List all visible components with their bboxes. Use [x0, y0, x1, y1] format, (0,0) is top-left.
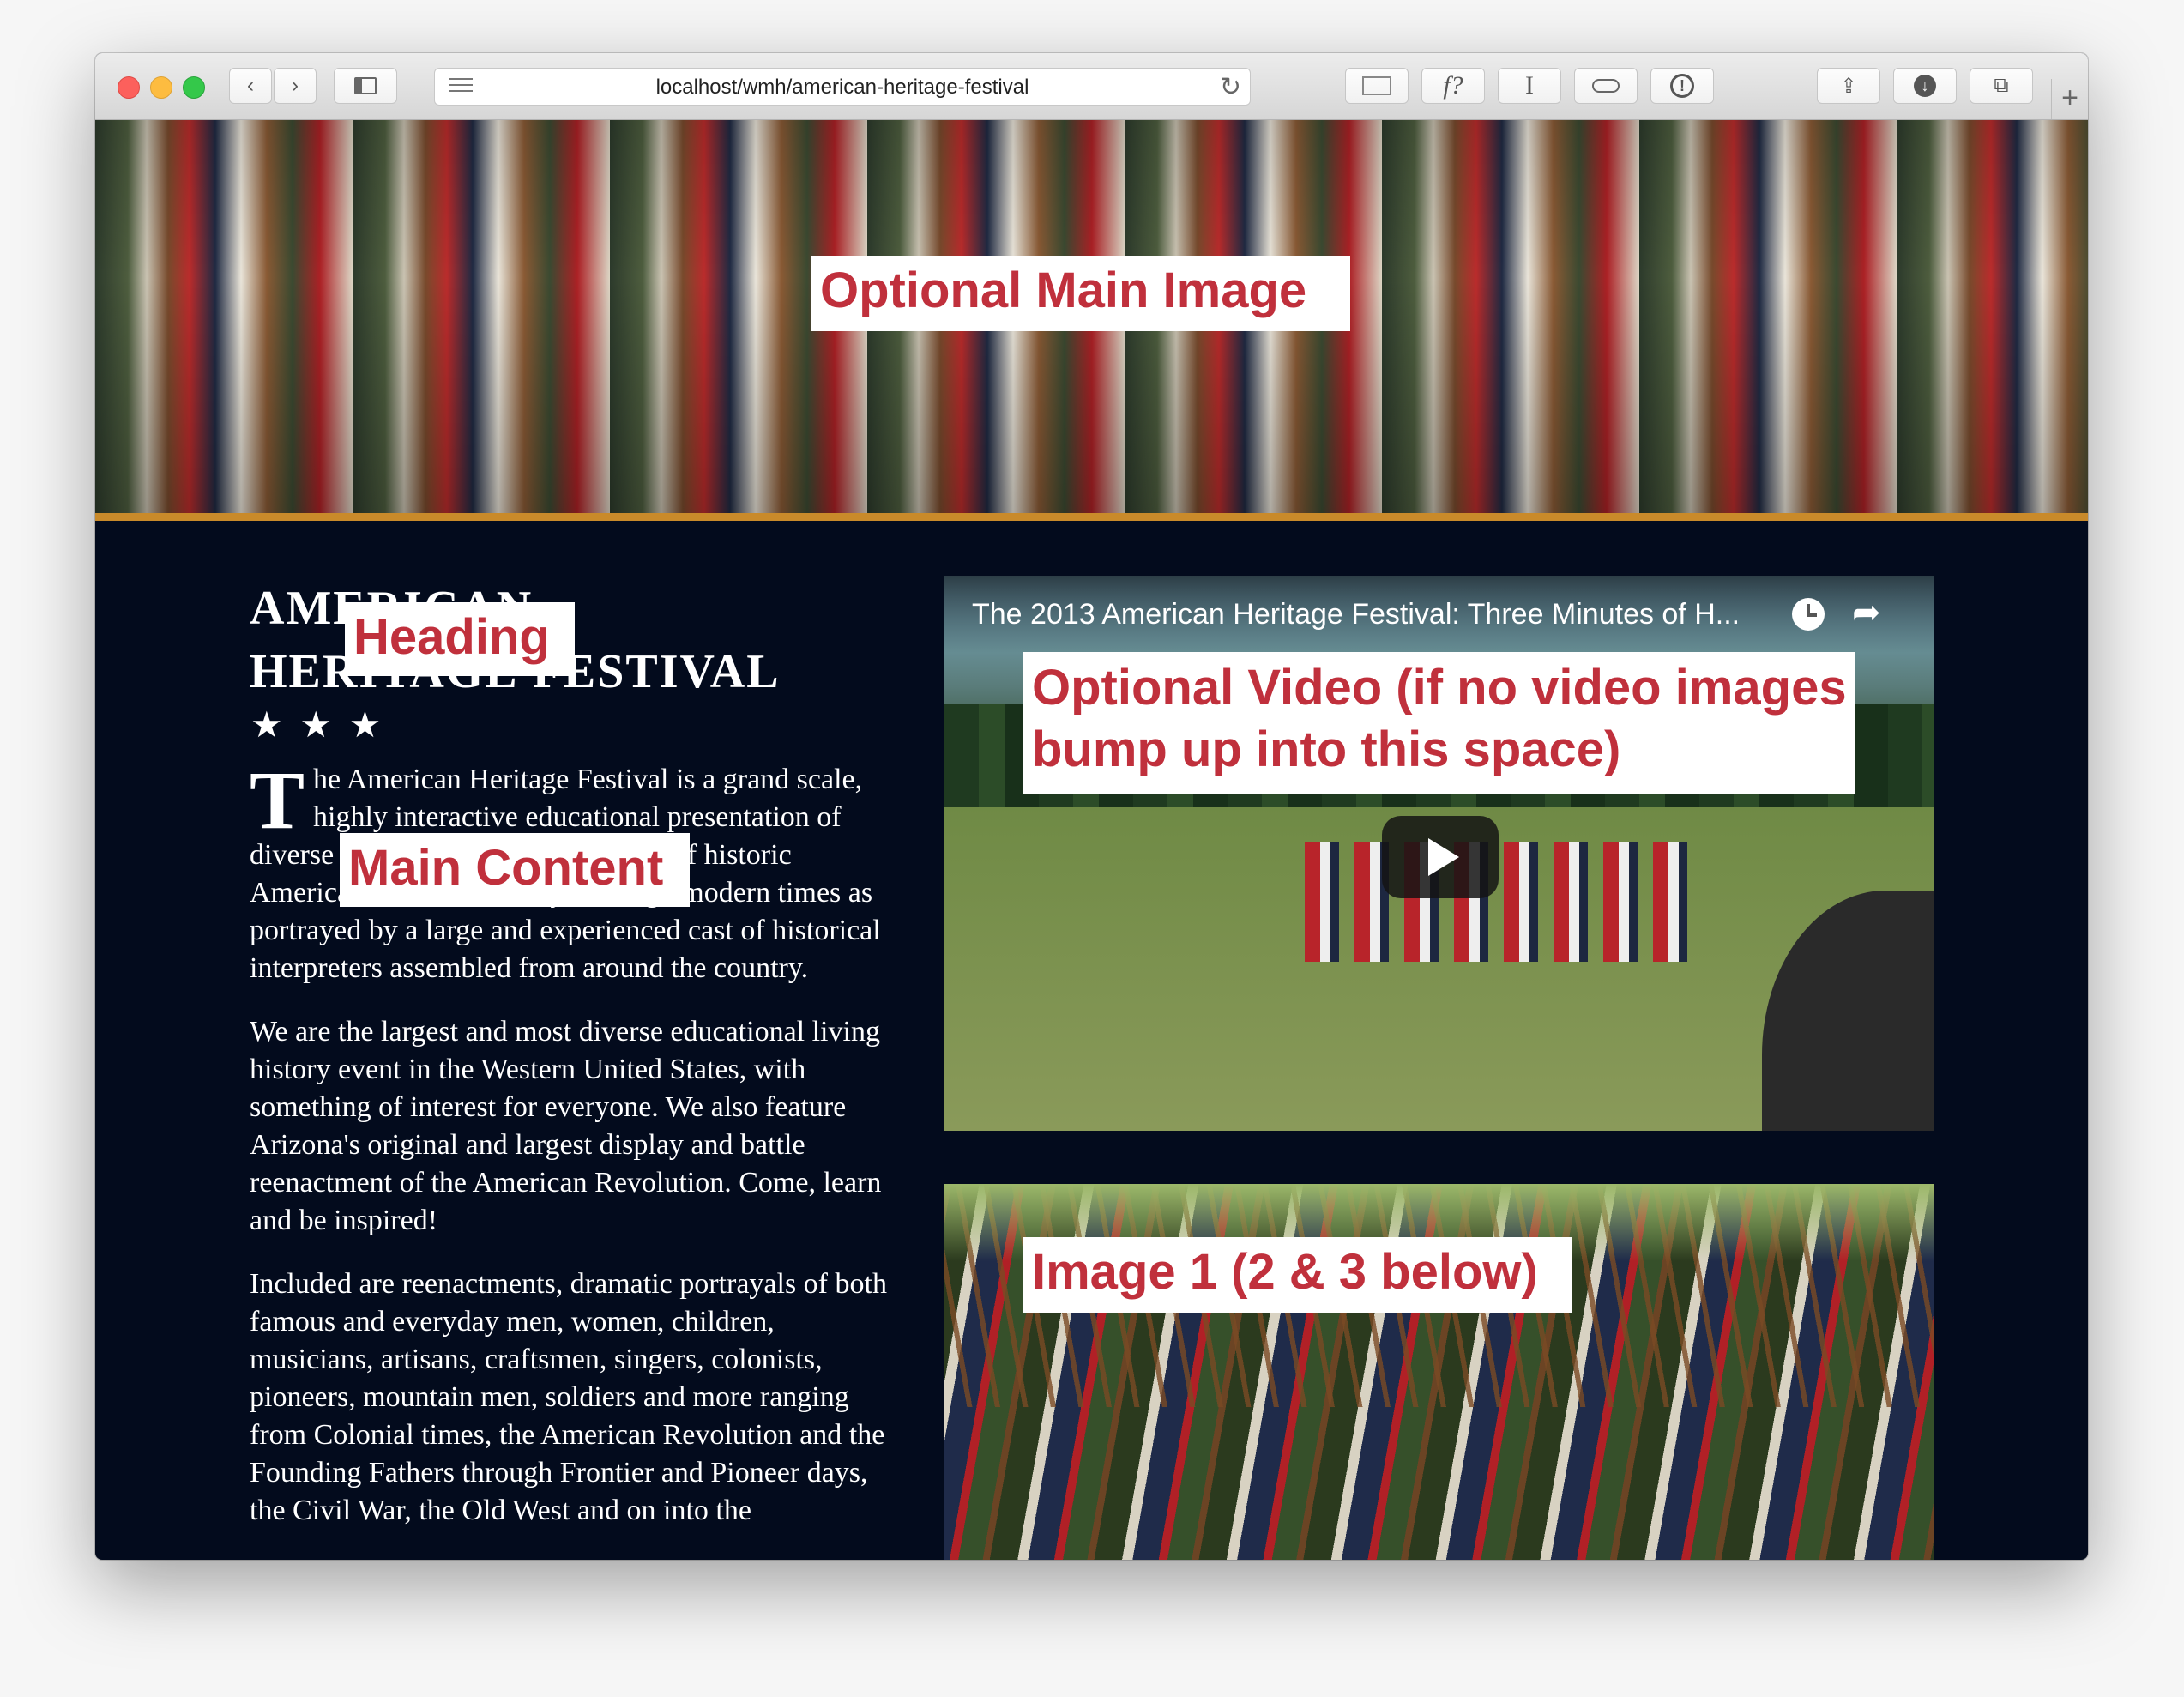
browser-window: ‹ › localhost/wmh/american-heritage-fest…	[95, 53, 2088, 1560]
paragraph-2: We are the largest and most diverse educ…	[250, 1016, 882, 1236]
paragraph-3: Included are reenactments, dramatic port…	[250, 1268, 887, 1526]
share-icon: ⇪	[1839, 74, 1858, 98]
forward-button[interactable]: ›	[274, 68, 317, 104]
hero-callout: Optional Main Image	[811, 256, 1350, 331]
hero-divider	[95, 513, 2088, 521]
back-button[interactable]: ‹	[229, 68, 272, 104]
tabs-icon: ⧉	[1994, 74, 2009, 97]
extension-button-5[interactable]: !	[1650, 68, 1714, 104]
zoom-window-button[interactable]	[183, 76, 205, 99]
new-tab-icon: +	[2061, 82, 2078, 114]
share-button[interactable]: ⇪	[1817, 68, 1880, 104]
screen-icon	[1362, 76, 1391, 95]
browser-toolbar: ‹ › localhost/wmh/american-heritage-fest…	[95, 53, 2088, 120]
play-button[interactable]	[1382, 816, 1499, 898]
forward-icon: ›	[292, 74, 299, 97]
url-text: localhost/wmh/american-heritage-festival	[655, 75, 1029, 99]
download-button[interactable]: ↓	[1893, 68, 1957, 104]
video-share-icon[interactable]: ➦	[1852, 593, 1881, 632]
watch-later-icon[interactable]	[1792, 598, 1825, 631]
video-title-bar: The 2013 American Heritage Festival: Thr…	[944, 576, 1934, 653]
cursor-icon: I	[1525, 71, 1534, 100]
play-icon	[1428, 838, 1459, 876]
extension-button-2[interactable]: f?	[1421, 68, 1485, 104]
sidebar-icon	[354, 77, 377, 94]
address-bar[interactable]: localhost/wmh/american-heritage-festival…	[434, 68, 1251, 106]
tabs-button[interactable]: ⧉	[1970, 68, 2033, 104]
main-content-callout: Main Content	[340, 833, 690, 907]
sidebar-button[interactable]	[334, 68, 397, 104]
minimize-window-button[interactable]	[150, 76, 172, 99]
image-1-callout: Image 1 (2 & 3 below)	[1023, 1237, 1572, 1313]
video-scene	[1305, 842, 1699, 962]
back-icon: ‹	[247, 74, 254, 97]
new-tab-button[interactable]: +	[2051, 79, 2088, 119]
download-icon: ↓	[1914, 75, 1936, 97]
heading-callout: Heading	[345, 602, 575, 676]
info-icon: !	[1670, 74, 1694, 98]
extension-button-3[interactable]: I	[1498, 68, 1561, 104]
toggle-icon	[1592, 79, 1620, 93]
close-window-button[interactable]	[118, 76, 140, 99]
font-icon: f?	[1443, 71, 1463, 100]
extension-button-4[interactable]	[1574, 68, 1638, 104]
video-callout: Optional Video (if no video images bump …	[1023, 652, 1855, 794]
drop-cap: T	[250, 761, 305, 846]
video-title[interactable]: The 2013 American Heritage Festival: Thr…	[972, 598, 1740, 631]
reload-icon[interactable]: ↻	[1220, 72, 1241, 102]
extension-button-1[interactable]	[1345, 68, 1409, 104]
star-rating: ★ ★ ★	[250, 704, 385, 745]
